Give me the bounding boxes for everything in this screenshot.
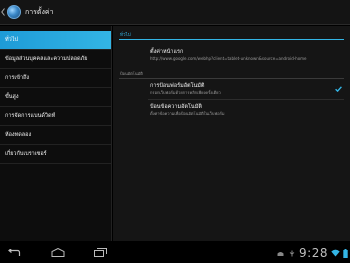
settings-content: ทั่วไป ตั้งค่าหน้าแรก http://www.google.…: [113, 26, 350, 241]
checkmark-icon[interactable]: [335, 86, 342, 92]
sidebar-item-labs[interactable]: ห้องทดลอง: [0, 126, 111, 145]
up-caret-icon[interactable]: [0, 0, 6, 25]
wifi-icon: [331, 249, 340, 257]
page-title: การตั้งค่า: [25, 7, 54, 16]
form-autofill-summary: กรอกเว็บฟอร์มด้วยการคลิกเพียงครั้งเดียว: [150, 90, 221, 95]
autofill-text-title: ป้อนข้อความอัตโนมัติ: [150, 104, 202, 110]
settings-sidebar: ทั่วไป ข้อมูลส่วนบุคคลและความปลอดภัย การ…: [0, 26, 112, 241]
sidebar-item-label: การจัดการแบนด์วิดท์: [5, 113, 56, 119]
section-header: ทั่วไป: [120, 33, 131, 38]
sidebar-item-label: การเข้าถึง: [5, 75, 30, 81]
sidebar-item-privacy-security[interactable]: ข้อมูลส่วนบุคคลและความปลอดภัย: [0, 50, 111, 69]
sidebar-item-bandwidth[interactable]: การจัดการแบนด์วิดท์: [0, 107, 111, 126]
sidebar-item-label: เกี่ยวกับเบราเซอร์: [5, 151, 47, 157]
homepage-pref-summary: http://www.google.com/webhp?client=table…: [150, 56, 307, 61]
back-icon[interactable]: [4, 242, 24, 263]
form-autofill-title: การป้อนฟอร์มอัตโนมัติ: [150, 83, 205, 89]
homepage-pref[interactable]: ตั้งค่าหน้าแรก http://www.google.com/web…: [113, 45, 350, 65]
android-debug-icon: [277, 251, 284, 256]
homepage-pref-title: ตั้งค่าหน้าแรก: [150, 49, 184, 55]
status-area[interactable]: 9:28: [276, 243, 348, 263]
usb-icon: [289, 250, 295, 256]
sidebar-item-about[interactable]: เกี่ยวกับเบราเซอร์: [0, 145, 111, 164]
sidebar-item-accessibility[interactable]: การเข้าถึง: [0, 69, 111, 88]
sidebar-item-label: ข้อมูลส่วนบุคคลและความปลอดภัย: [5, 56, 88, 62]
form-autofill-pref[interactable]: การป้อนฟอร์มอัตโนมัติ กรอกเว็บฟอร์มด้วยก…: [113, 79, 350, 99]
sidebar-item-general[interactable]: ทั่วไป: [0, 31, 111, 50]
section-header-rule: [119, 39, 344, 40]
action-bar: การตั้งค่า: [0, 0, 350, 25]
sidebar-item-label: ห้องทดลอง: [5, 132, 32, 138]
sidebar-item-label: ทั่วไป: [5, 37, 18, 43]
autofill-text-summary: ตั้งค่าข้อความเพื่อป้อนอัตโนมัติในเว็บฟอ…: [150, 111, 225, 116]
autofill-category-label: ป้อนอัตโนมัติ: [120, 71, 143, 76]
recent-apps-icon[interactable]: [90, 242, 110, 263]
autofill-text-pref[interactable]: ป้อนข้อความอัตโนมัติ ตั้งค่าข้อความเพื่อ…: [113, 100, 350, 120]
sidebar-item-advanced[interactable]: ขั้นสูง: [0, 88, 111, 107]
clock: 9:28: [299, 246, 328, 260]
battery-icon: [343, 248, 348, 258]
home-icon[interactable]: [48, 242, 68, 263]
sidebar-item-label: ขั้นสูง: [5, 94, 19, 100]
browser-app-icon[interactable]: [7, 5, 21, 19]
